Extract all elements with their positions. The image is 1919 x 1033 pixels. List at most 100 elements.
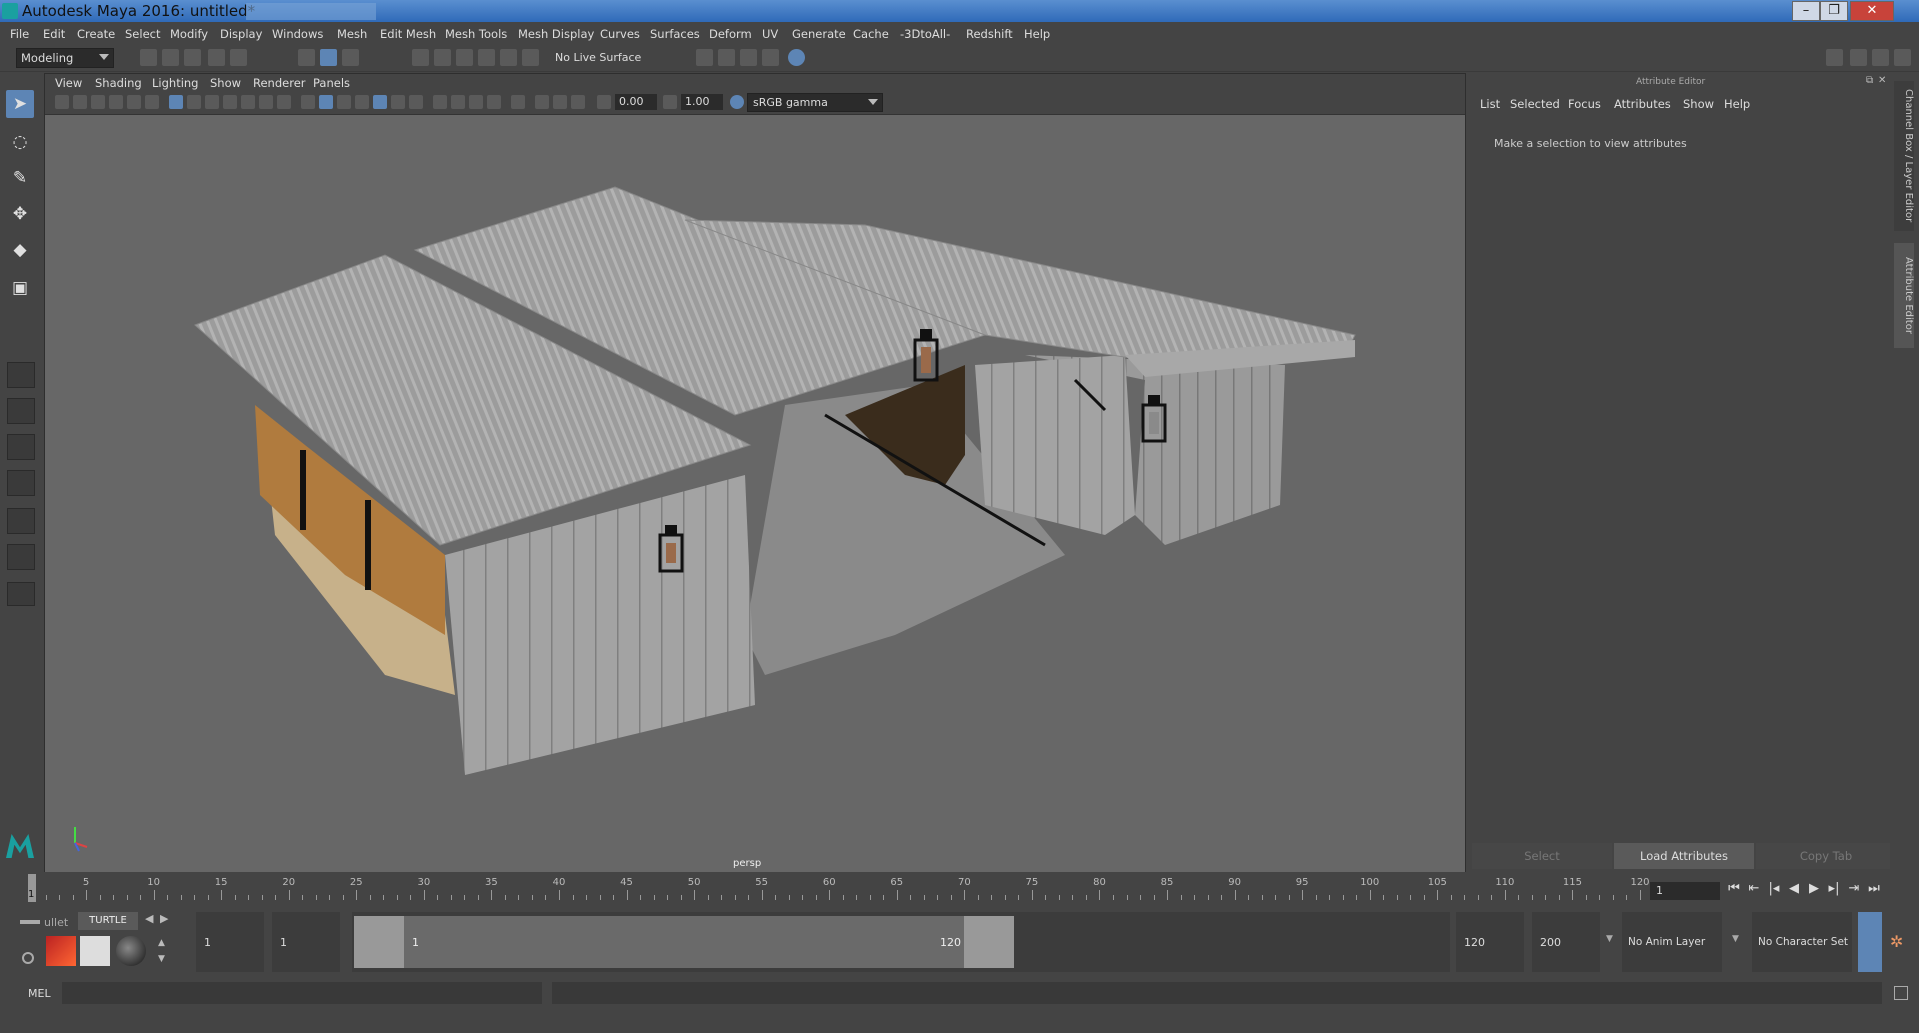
ae-select-button[interactable]: Select bbox=[1472, 843, 1612, 869]
redo-icon[interactable] bbox=[230, 49, 247, 66]
viewport-menu-renderer[interactable]: Renderer bbox=[253, 76, 306, 90]
play-forwards-icon[interactable]: ▶ bbox=[1806, 881, 1822, 897]
menu-generate[interactable]: Generate bbox=[792, 27, 846, 41]
viewport-menu-lighting[interactable]: Lighting bbox=[152, 76, 198, 90]
range-slider-track[interactable]: 1 120 bbox=[352, 912, 1450, 972]
anim-layer-field[interactable]: No Anim Layer bbox=[1622, 912, 1722, 972]
undo-icon[interactable] bbox=[208, 49, 225, 66]
start-time-field[interactable]: 1 bbox=[196, 912, 264, 972]
time-slider[interactable]: 5 10 15 20 25 30 35 40 45 50 55 60 65 70 75 80 85 90 95 100… bbox=[0, 872, 1919, 906]
smooth-shade-icon[interactable] bbox=[319, 95, 333, 109]
channel-box-icon[interactable] bbox=[1894, 49, 1911, 66]
grid-icon[interactable] bbox=[169, 95, 183, 109]
turtle-render-icon[interactable] bbox=[46, 936, 76, 966]
shelf-tab-prev-icon[interactable]: ◀ bbox=[145, 912, 153, 925]
menu-help[interactable]: Help bbox=[1024, 27, 1050, 41]
resolution-gate-icon[interactable] bbox=[205, 95, 219, 109]
menu-mesh-display[interactable]: Mesh Display bbox=[518, 27, 594, 41]
time-ruler[interactable]: 5 10 15 20 25 30 35 40 45 50 55 60 65 70 75 80 85 90 95 100… bbox=[28, 874, 1650, 902]
render-view-icon[interactable] bbox=[718, 49, 735, 66]
viewport-menu-show[interactable]: Show bbox=[210, 76, 241, 90]
select-camera-icon[interactable] bbox=[55, 95, 69, 109]
render-frame-icon[interactable] bbox=[740, 49, 757, 66]
motion-blur-icon[interactable] bbox=[451, 95, 465, 109]
2d-pan-zoom-icon[interactable] bbox=[127, 95, 141, 109]
command-input[interactable] bbox=[62, 982, 542, 1004]
ae-menu-show[interactable]: Show bbox=[1683, 97, 1714, 111]
menu-uv[interactable]: UV bbox=[762, 27, 778, 41]
range-slider-bar[interactable] bbox=[354, 916, 1014, 968]
gate-mask-icon[interactable] bbox=[223, 95, 237, 109]
snap-curve-icon[interactable] bbox=[434, 49, 451, 66]
lasso-tool[interactable]: ◌ bbox=[6, 128, 34, 156]
menu-set-dropdown[interactable]: Modeling bbox=[16, 48, 114, 68]
play-backwards-icon[interactable]: ◀ bbox=[1786, 881, 1802, 897]
tab-attribute-editor[interactable]: Attribute Editor bbox=[1894, 243, 1914, 348]
ae-menu-focus[interactable]: Focus bbox=[1568, 97, 1601, 111]
snap-point-icon[interactable] bbox=[456, 49, 473, 66]
current-frame-field[interactable]: 1 bbox=[1650, 882, 1720, 900]
viewport-menu-view[interactable]: View bbox=[55, 76, 82, 90]
menu-deform[interactable]: Deform bbox=[709, 27, 752, 41]
snap-surface-icon[interactable] bbox=[500, 49, 517, 66]
ae-menu-list[interactable]: List bbox=[1480, 97, 1500, 111]
shelf-tab-next-icon[interactable]: ▶ bbox=[160, 912, 168, 925]
layout-persp-graph[interactable] bbox=[7, 470, 35, 496]
minimize-button[interactable]: – bbox=[1792, 1, 1820, 21]
camera-attributes-icon[interactable] bbox=[73, 95, 87, 109]
attribute-editor-toggle-icon[interactable] bbox=[1850, 49, 1867, 66]
ae-copy-tab-button[interactable]: Copy Tab bbox=[1756, 843, 1896, 869]
menu-redshift[interactable]: Redshift bbox=[966, 27, 1013, 41]
isolate-select-icon[interactable] bbox=[511, 95, 525, 109]
turtle-sphere-icon[interactable] bbox=[116, 936, 146, 966]
ae-load-attributes-button[interactable]: Load Attributes bbox=[1614, 843, 1754, 869]
snap-grid-icon[interactable] bbox=[412, 49, 429, 66]
menu-file[interactable]: File bbox=[10, 27, 29, 41]
paint-select-tool[interactable]: ✎ bbox=[6, 164, 34, 192]
snap-view-plane-icon[interactable] bbox=[478, 49, 495, 66]
gamma-field[interactable]: 1.00 bbox=[681, 94, 723, 110]
go-to-start-icon[interactable]: ⏮ bbox=[1726, 881, 1742, 897]
textured-icon[interactable] bbox=[373, 95, 387, 109]
go-to-end-icon[interactable]: ⏭ bbox=[1866, 881, 1882, 897]
viewport-menu-shading[interactable]: Shading bbox=[95, 76, 142, 90]
render-settings-icon[interactable] bbox=[696, 49, 713, 66]
menu-modify[interactable]: Modify bbox=[170, 27, 208, 41]
menu-create[interactable]: Create bbox=[77, 27, 115, 41]
select-object-icon[interactable] bbox=[320, 49, 337, 66]
screen-space-ao-icon[interactable] bbox=[433, 95, 447, 109]
menu-mesh-tools[interactable]: Mesh Tools bbox=[445, 27, 507, 41]
ae-menu-selected[interactable]: Selected bbox=[1510, 97, 1560, 111]
shelf-scroll-up-icon[interactable]: ▲ bbox=[158, 938, 165, 948]
menu-select[interactable]: Select bbox=[125, 27, 160, 41]
command-language-label[interactable]: MEL bbox=[28, 987, 51, 1000]
exposure-icon[interactable] bbox=[597, 95, 611, 109]
shelf-settings-icon[interactable] bbox=[22, 952, 34, 964]
shelf-tab-turtle[interactable]: TURTLE bbox=[78, 912, 138, 930]
new-scene-icon[interactable] bbox=[140, 49, 157, 66]
shelf-tab-bullet[interactable]: ullet bbox=[44, 916, 68, 929]
menu-edit-mesh[interactable]: Edit Mesh bbox=[380, 27, 436, 41]
move-tool[interactable]: ✥ bbox=[6, 200, 34, 228]
select-component-icon[interactable] bbox=[342, 49, 359, 66]
menu-surfaces[interactable]: Surfaces bbox=[650, 27, 700, 41]
safe-title-icon[interactable] bbox=[277, 95, 291, 109]
live-surface-label[interactable]: No Live Surface bbox=[555, 51, 641, 64]
end-time-field[interactable]: 200 bbox=[1532, 912, 1600, 972]
wireframe-on-shaded-icon[interactable] bbox=[355, 95, 369, 109]
menu-curves[interactable]: Curves bbox=[600, 27, 640, 41]
custom-layout-button[interactable] bbox=[7, 582, 35, 606]
modeling-toolkit-icon[interactable] bbox=[1826, 49, 1843, 66]
tab-channel-box[interactable]: Channel Box / Layer Editor bbox=[1894, 81, 1914, 231]
hypershade-icon[interactable] bbox=[788, 49, 805, 66]
xray-joints-icon[interactable] bbox=[571, 95, 585, 109]
ae-menu-help[interactable]: Help bbox=[1724, 97, 1750, 111]
maximize-button[interactable]: ❐ bbox=[1820, 1, 1848, 21]
menu-windows[interactable]: Windows bbox=[272, 27, 323, 41]
xray-icon[interactable] bbox=[535, 95, 549, 109]
perspective-viewport[interactable]: View Shading Lighting Show Renderer Pane… bbox=[44, 73, 1466, 873]
bookmark-icon[interactable] bbox=[91, 95, 105, 109]
chevron-down-icon[interactable]: ▼ bbox=[1606, 934, 1613, 944]
shelf-scroll-down-icon[interactable]: ▼ bbox=[158, 954, 165, 964]
exposure-field[interactable]: 0.00 bbox=[615, 94, 657, 110]
